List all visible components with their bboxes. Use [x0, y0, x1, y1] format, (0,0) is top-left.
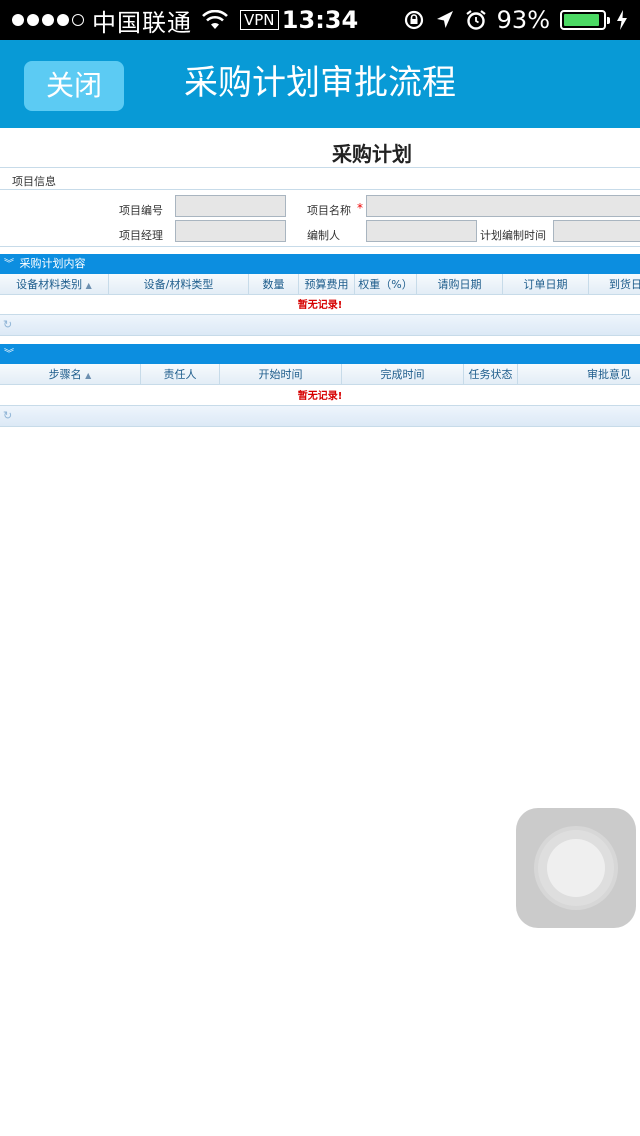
close-button[interactable]: 关闭	[24, 61, 124, 111]
document-title: 采购计划	[0, 138, 640, 168]
alarm-clock-icon	[465, 10, 486, 30]
editor-label: 编制人	[307, 229, 340, 242]
column-header[interactable]: 步骤名 ▲	[0, 364, 141, 385]
column-header[interactable]: 请购日期	[417, 274, 503, 295]
status-right: 93%	[403, 0, 628, 40]
project-manager-label: 项目经理	[119, 229, 163, 242]
column-header[interactable]: 数量	[249, 274, 299, 295]
wifi-icon	[202, 10, 228, 29]
collapse-chevron-icon[interactable]: ︾	[4, 255, 16, 275]
plan-content-title: 采购计划内容	[19, 257, 86, 270]
refresh-icon[interactable]: ↻	[3, 318, 12, 332]
battery-fill	[564, 14, 599, 26]
plan-time-field[interactable]	[553, 220, 640, 242]
project-manager-field[interactable]	[175, 220, 286, 242]
steps-empty-message: 暂无记录!	[297, 391, 343, 402]
column-header[interactable]: 预算费用	[299, 274, 355, 295]
battery-icon	[560, 10, 610, 30]
carrier-name: 中国联通	[92, 8, 192, 37]
column-header[interactable]: 开始时间	[220, 364, 342, 385]
orientation-lock-icon	[404, 10, 423, 30]
charging-bolt-icon	[617, 10, 627, 30]
column-header[interactable]: 订单日期	[503, 274, 589, 295]
steps-panel-header[interactable]: ︾	[0, 344, 640, 364]
column-header[interactable]: 完成时间	[342, 364, 464, 385]
location-arrow-icon	[436, 11, 453, 28]
column-header[interactable]: 设备/材料类型	[109, 274, 249, 295]
column-header[interactable]: 责任人	[141, 364, 220, 385]
project-info-label: 项目信息	[12, 175, 56, 188]
project-name-field[interactable]	[366, 195, 640, 217]
column-header[interactable]: 设备材料类别 ▲	[0, 274, 109, 295]
collapse-chevron-icon[interactable]: ︾	[4, 345, 16, 365]
signal-strength-icon	[12, 14, 84, 26]
battery-percent: 93%	[496, 6, 550, 34]
editor-field[interactable]	[366, 220, 477, 242]
app-header: 关闭 采购计划审批流程	[0, 40, 640, 128]
required-mark: *	[357, 201, 363, 215]
vpn-badge: VPN	[240, 10, 279, 30]
plan-time-label: 计划编制时间	[480, 229, 546, 242]
status-bar: 中国联通 VPN 13:34 93%	[0, 0, 640, 40]
plan-empty-message: 暂无记录!	[297, 300, 343, 311]
page-title: 采购计划审批流程	[184, 63, 456, 103]
plan-content-panel-header[interactable]: ︾ 采购计划内容	[0, 254, 640, 274]
project-no-label: 项目编号	[119, 204, 163, 217]
plan-grid-pager: ↻	[0, 314, 640, 336]
column-header[interactable]: 任务状态	[464, 364, 518, 385]
sort-arrow-icon[interactable]: ▲	[85, 371, 91, 380]
refresh-icon[interactable]: ↻	[3, 409, 12, 423]
project-info-form: 项目编号 项目名称 * 项目经理 编制人 计划编制时间	[0, 189, 640, 247]
assistive-touch-button[interactable]	[516, 808, 636, 928]
steps-grid-pager: ↻	[0, 405, 640, 427]
status-left: 中国联通 VPN	[12, 0, 279, 40]
column-header[interactable]: 权重（%）	[355, 274, 417, 295]
steps-grid-header: 步骤名 ▲ 责任人 开始时间 完成时间 任务状态 审批意见	[0, 364, 640, 385]
sort-arrow-icon[interactable]: ▲	[86, 281, 92, 290]
project-no-field[interactable]	[175, 195, 286, 217]
project-name-label: 项目名称	[307, 204, 351, 217]
column-header[interactable]: 审批意见	[518, 364, 640, 385]
plan-grid-header: 设备材料类别 ▲ 设备/材料类型 数量 预算费用 权重（%） 请购日期 订单日期…	[0, 274, 640, 295]
column-header[interactable]: 到货日	[589, 274, 640, 295]
